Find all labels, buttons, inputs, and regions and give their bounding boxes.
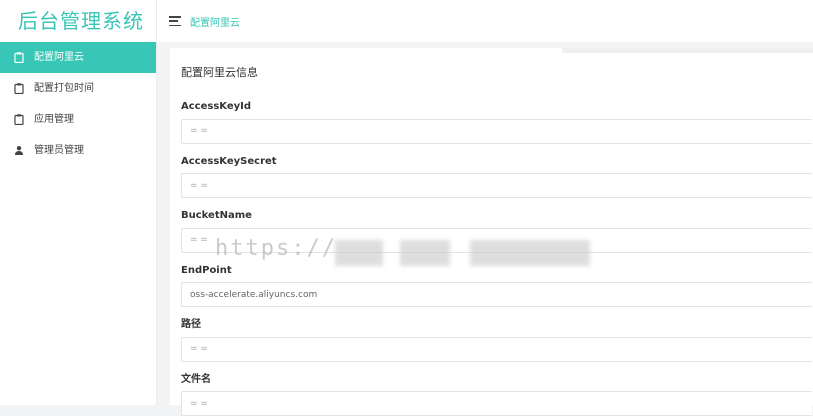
sidebar-item-admin-management[interactable]: 管理员管理 xyxy=(0,135,156,166)
endpoint-input[interactable] xyxy=(181,282,812,307)
sidebar-item-label: 管理员管理 xyxy=(34,135,84,166)
breadcrumb: 配置阿里云 xyxy=(190,14,240,29)
access-key-secret-input[interactable] xyxy=(181,173,812,198)
file-name-input[interactable] xyxy=(181,391,812,416)
field-label: AccessKeyId xyxy=(181,101,813,112)
field-label: BucketName xyxy=(181,210,813,221)
field-access-key-id: AccessKeyId xyxy=(181,101,813,144)
field-label: AccessKeySecret xyxy=(181,156,813,167)
sidebar-item-label: 配置打包时间 xyxy=(34,73,94,104)
bucket-name-input[interactable] xyxy=(181,228,812,253)
sidebar-menu: 配置阿里云 配置打包时间 应用管理 管理员管理 xyxy=(0,42,156,166)
field-label: EndPoint xyxy=(181,265,813,276)
menu-toggle-icon[interactable] xyxy=(169,16,181,26)
user-icon xyxy=(14,145,24,156)
main-content: 配置阿里云信息 AccessKeyId AccessKeySecret Buck… xyxy=(170,48,813,405)
field-label: 文件名 xyxy=(181,374,813,385)
field-access-key-secret: AccessKeySecret xyxy=(181,156,813,199)
sidebar-item-label: 应用管理 xyxy=(34,104,74,135)
field-endpoint: EndPoint xyxy=(181,265,813,308)
top-bar: 配置阿里云 xyxy=(157,0,813,42)
app-logo: 后台管理系统 xyxy=(0,0,156,42)
field-file-name: 文件名 xyxy=(181,374,813,416)
field-path: 路径 xyxy=(181,319,813,362)
sidebar: 后台管理系统 配置阿里云 配置打包时间 应用管理 管理员管理 xyxy=(0,0,157,405)
access-key-id-input[interactable] xyxy=(181,119,812,144)
sidebar-item-pack-time[interactable]: 配置打包时间 xyxy=(0,73,156,104)
clipboard-icon xyxy=(14,114,24,125)
path-input[interactable] xyxy=(181,337,812,362)
header-divider xyxy=(562,48,813,53)
form-title: 配置阿里云信息 xyxy=(181,64,813,80)
sidebar-item-aliyun-config[interactable]: 配置阿里云 xyxy=(0,42,156,73)
clipboard-icon xyxy=(14,52,24,63)
field-bucket-name: BucketName xyxy=(181,210,813,253)
sidebar-item-app-management[interactable]: 应用管理 xyxy=(0,104,156,135)
sidebar-item-label: 配置阿里云 xyxy=(34,42,84,73)
clipboard-icon xyxy=(14,83,24,94)
field-label: 路径 xyxy=(181,319,813,330)
